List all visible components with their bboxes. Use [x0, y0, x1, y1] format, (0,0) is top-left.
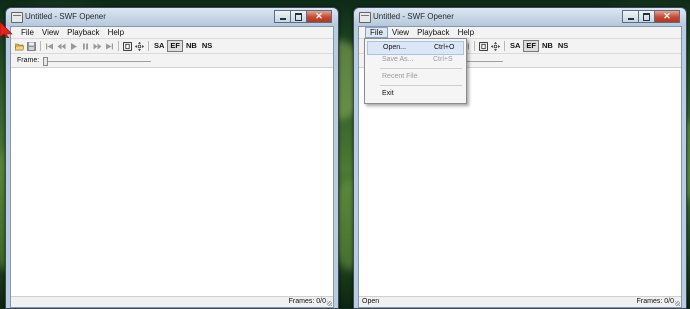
menu-view[interactable]: View — [38, 27, 63, 38]
frames-counter: Frames: 0/0 — [288, 298, 326, 305]
shortcut-open: Ctrl+O — [434, 44, 455, 51]
first-frame-icon[interactable] — [44, 41, 55, 52]
toolbar-separator — [118, 41, 119, 51]
toolbar-separator — [148, 41, 149, 51]
toolbar-separator — [504, 41, 505, 51]
frame-slider-thumb[interactable] — [43, 56, 49, 66]
window-client: File View Playback Help SA EF NB NS Fram… — [10, 26, 334, 308]
status-bar: Frames: 0/0 — [11, 296, 333, 307]
swf-opener-window-left: Untitled - SWF Opener ✕ File View Playba… — [5, 7, 339, 309]
maximize-button[interactable] — [290, 10, 306, 23]
pause-icon[interactable] — [80, 41, 91, 52]
save-disk-icon[interactable] — [26, 41, 37, 52]
toggle-sa-button[interactable]: SA — [152, 41, 166, 51]
menu-file[interactable]: File — [365, 27, 388, 38]
menu-file[interactable]: File — [17, 27, 38, 38]
resize-grip[interactable] — [675, 301, 680, 306]
toolbar: SA EF NB NS — [11, 39, 333, 54]
title-bar[interactable]: Untitled - SWF Opener ✕ — [354, 8, 686, 26]
minimize-button[interactable] — [274, 10, 290, 23]
toggle-ef-button[interactable]: EF — [167, 40, 184, 52]
minimize-button[interactable] — [622, 10, 638, 23]
frame-slider[interactable] — [43, 56, 152, 66]
toggle-nb-button[interactable]: NB — [540, 41, 555, 51]
file-dropdown-menu: Open... Ctrl+O Save As... Ctrl+S Recent … — [364, 38, 467, 104]
border-box-icon[interactable] — [122, 41, 133, 52]
menu-item-recent-file[interactable]: Recent File — [367, 71, 464, 83]
frame-label: Frame: — [17, 57, 40, 64]
toggle-nb-button[interactable]: NB — [184, 41, 199, 51]
last-frame-icon[interactable] — [104, 41, 115, 52]
menu-help[interactable]: Help — [454, 27, 478, 38]
move-arrows-icon[interactable] — [490, 41, 501, 52]
toggle-ef-button[interactable]: EF — [523, 40, 540, 52]
toolbar-separator — [474, 41, 475, 51]
app-icon — [359, 12, 371, 23]
maximize-button[interactable] — [638, 10, 654, 23]
status-text: Open — [362, 298, 380, 305]
frame-slider[interactable] — [463, 57, 503, 65]
window-client: File View Playback Help SA EF NB NS Open… — [358, 26, 682, 308]
frames-counter: Frames: 0/0 — [636, 298, 674, 305]
toolbar-separator — [40, 41, 41, 51]
toggle-sa-button[interactable]: SA — [508, 41, 522, 51]
move-arrows-icon[interactable] — [134, 41, 145, 52]
status-bar: Open Frames: 0/0 — [359, 296, 681, 307]
close-button[interactable]: ✕ — [306, 10, 332, 23]
close-button[interactable]: ✕ — [654, 10, 680, 23]
toggle-ns-button[interactable]: NS — [556, 41, 570, 51]
menu-item-save-as[interactable]: Save As... Ctrl+S — [367, 54, 464, 66]
red-arrow-icon — [0, 22, 13, 38]
toggle-ns-button[interactable]: NS — [200, 41, 214, 51]
frame-bar: Frame: — [11, 54, 333, 68]
border-box-icon[interactable] — [478, 41, 489, 52]
resize-grip[interactable] — [327, 301, 332, 306]
open-folder-icon[interactable] — [14, 41, 25, 52]
swf-display-area[interactable] — [11, 67, 333, 297]
shortcut-save-as: Ctrl+S — [433, 56, 453, 63]
window-title: Untitled - SWF Opener — [373, 12, 454, 21]
menu-separator — [380, 85, 462, 86]
next-frame-icon[interactable] — [92, 41, 103, 52]
menu-item-open[interactable]: Open... Ctrl+O — [367, 41, 464, 55]
play-icon[interactable] — [68, 41, 79, 52]
menu-separator — [380, 68, 462, 69]
title-bar[interactable]: Untitled - SWF Opener ✕ — [6, 8, 338, 26]
swf-opener-window-right: Untitled - SWF Opener ✕ File View Playba… — [353, 7, 687, 309]
previous-frame-icon[interactable] — [56, 41, 67, 52]
menu-playback[interactable]: Playback — [413, 27, 453, 38]
menu-view[interactable]: View — [388, 27, 413, 38]
menu-bar: File View Playback Help — [11, 27, 333, 39]
window-title: Untitled - SWF Opener — [25, 12, 106, 21]
menu-playback[interactable]: Playback — [63, 27, 103, 38]
menu-help[interactable]: Help — [104, 27, 128, 38]
menu-item-exit[interactable]: Exit — [367, 88, 464, 100]
